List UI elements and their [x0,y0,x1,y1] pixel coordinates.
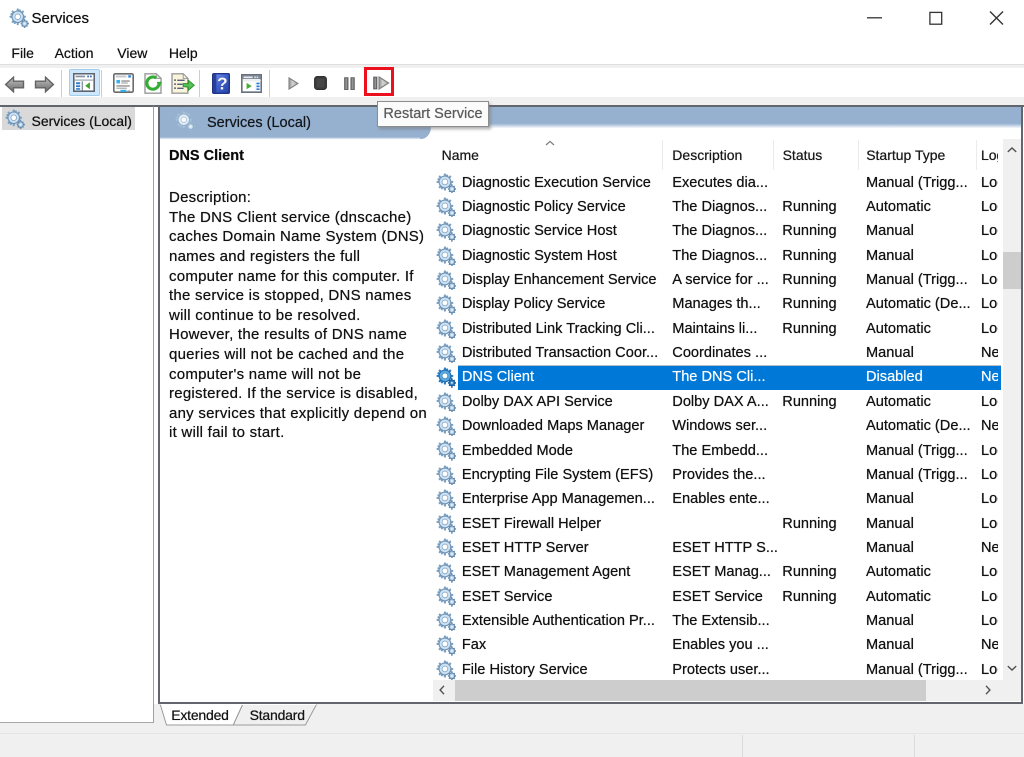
svg-text:?: ? [217,73,228,93]
